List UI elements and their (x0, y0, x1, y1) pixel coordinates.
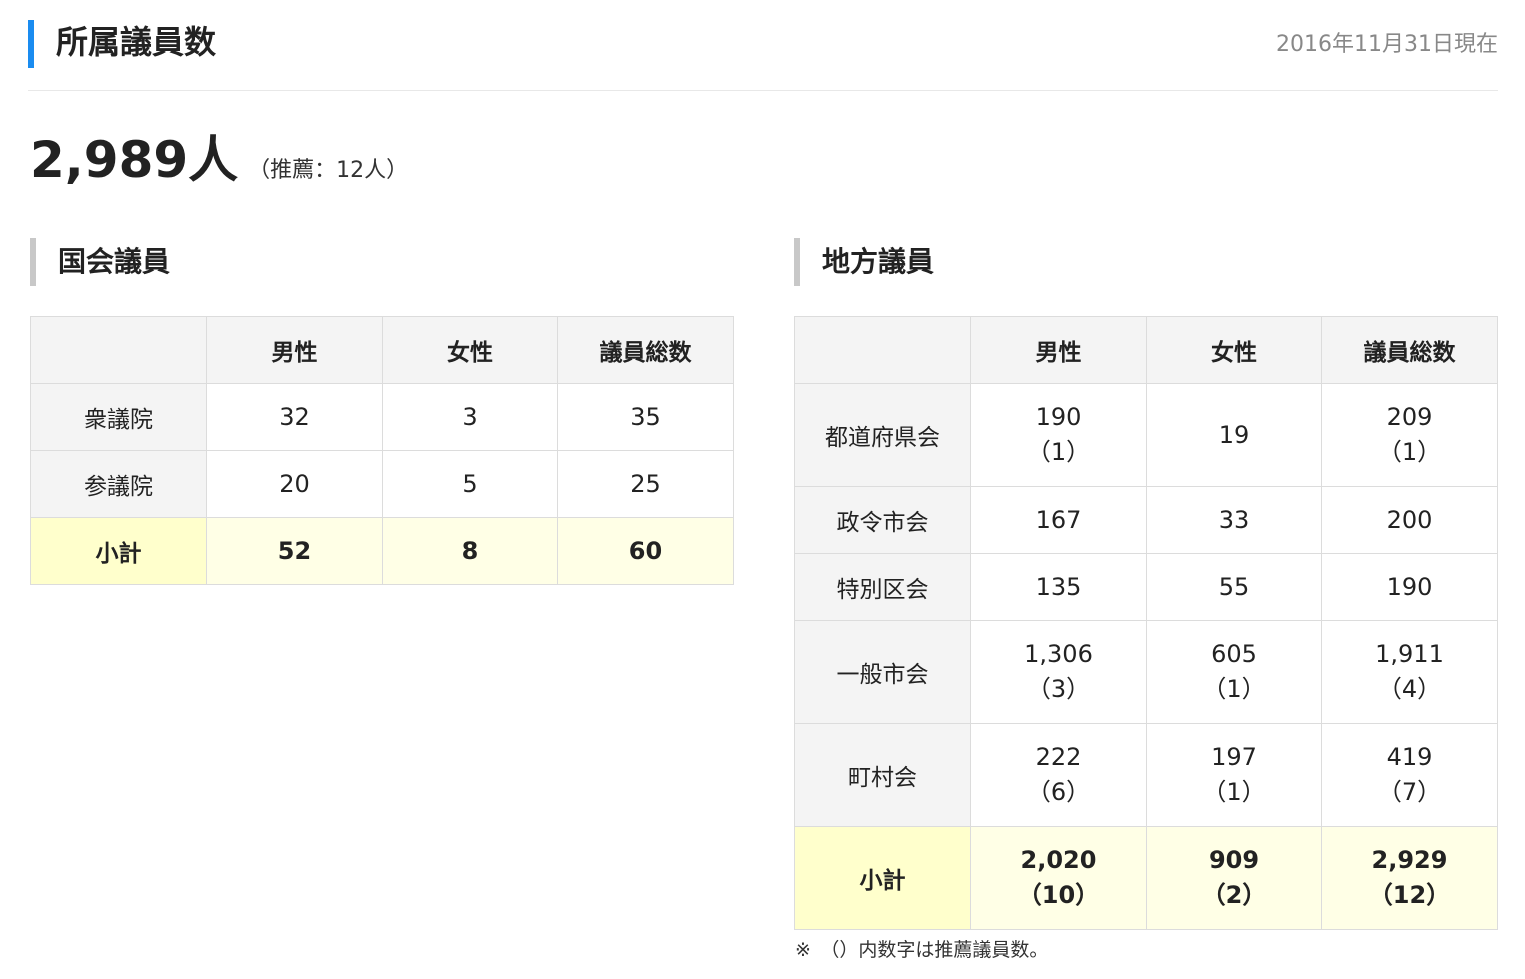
value: 605 (1211, 640, 1257, 668)
corner-header (794, 316, 971, 384)
recommended-count: （1） (1377, 438, 1442, 466)
table-header-row: 男性 女性 議員総数 (30, 316, 734, 384)
recommended-count: （6） (1026, 778, 1091, 806)
national-heading: 国会議員 (58, 245, 171, 278)
cell-male: 52 (206, 517, 383, 585)
as-of-date: 2016年11月31日現在 (1276, 32, 1498, 57)
cell-male: 2,020 （10） (970, 826, 1147, 930)
row-label: 政令市会 (794, 486, 971, 554)
row-label: 小計 (794, 826, 971, 930)
table-row: 都道府県会 190 （1） 19 209 （1） (794, 383, 1498, 487)
section-accent-bar (794, 238, 800, 286)
value: 419 (1386, 743, 1433, 771)
cell-male: 32 (206, 383, 383, 451)
cell-total: 209 （1） (1321, 383, 1498, 487)
row-label: 町村会 (794, 723, 971, 827)
row-label: 小計 (30, 517, 207, 585)
value: 2,929 (1371, 846, 1448, 874)
recommended-count: （3） (1026, 675, 1091, 703)
cell-male: 1,306 （3） (970, 620, 1147, 724)
value: 222 (1035, 743, 1082, 771)
table-row: 町村会 222 （6） 197 （1） 419 （7） (794, 723, 1498, 827)
cell-total: 1,911 （4） (1321, 620, 1498, 724)
cell-female: 909 （2） (1146, 826, 1322, 930)
cell-male: 167 (970, 486, 1147, 554)
recommended-count: （12） (1368, 881, 1451, 909)
page-title: 所属議員数 (56, 23, 217, 61)
national-section-heading: 国会議員 (30, 238, 730, 286)
table-row: 特別区会 135 55 190 (794, 553, 1498, 621)
table-row: 衆議院 32 3 35 (30, 383, 734, 451)
column-header-total: 議員総数 (1321, 316, 1498, 384)
cell-total: 419 （7） (1321, 723, 1498, 827)
local-heading: 地方議員 (822, 245, 935, 278)
cell-total: 200 (1321, 486, 1498, 554)
local-table: 男性 女性 議員総数 都道府県会 190 （1） 19 209 （1） 政令市会 1… (794, 316, 1498, 930)
value: 209 (1386, 403, 1433, 431)
value: 2,020 (1020, 846, 1097, 874)
cell-male: 190 （1） (970, 383, 1147, 487)
recommended-count: （1） (1026, 438, 1091, 466)
column-header-total: 議員総数 (557, 316, 734, 384)
value: 909 (1208, 846, 1260, 874)
cell-female: 3 (382, 383, 558, 451)
table-row: 政令市会 167 33 200 (794, 486, 1498, 554)
value: 1,911 (1375, 640, 1444, 668)
cell-total: 35 (557, 383, 734, 451)
column-header-male: 男性 (206, 316, 383, 384)
total-count: 2,989人 (30, 131, 239, 189)
recommended-count: （1） (1202, 778, 1266, 806)
column-header-female: 女性 (382, 316, 558, 384)
cell-total: 60 (557, 517, 734, 585)
cell-female: 197 （1） (1146, 723, 1322, 827)
table-row: 一般市会 1,306 （3） 605 （1） 1,911 （4） (794, 620, 1498, 724)
value: 19 (1218, 420, 1250, 449)
title-accent-bar (28, 20, 34, 68)
table-header-row: 男性 女性 議員総数 (794, 316, 1498, 384)
corner-header (30, 316, 207, 384)
cell-female: 55 (1146, 553, 1322, 621)
cell-total: 2,929 （12） (1321, 826, 1498, 930)
column-header-male: 男性 (970, 316, 1147, 384)
recommended-count: （10） (1017, 881, 1100, 909)
row-label: 衆議院 (30, 383, 207, 451)
cell-total: 25 (557, 450, 734, 518)
recommended-count: （2） (1201, 881, 1267, 909)
total-members: 2,989人 （推薦：12人） (30, 130, 408, 190)
cell-female: 19 (1146, 383, 1322, 487)
cell-female: 605 （1） (1146, 620, 1322, 724)
column-header-female: 女性 (1146, 316, 1322, 384)
table-row: 参議院 20 5 25 (30, 450, 734, 518)
cell-male: 135 (970, 553, 1147, 621)
value: 190 (1035, 403, 1082, 431)
page-header: 所属議員数 2016年11月31日現在 (28, 16, 1498, 91)
local-section-heading: 地方議員 (794, 238, 1494, 286)
value: 1,306 (1024, 640, 1093, 668)
row-label: 一般市会 (794, 620, 971, 724)
subtotal-row: 小計 2,020 （10） 909 （2） 2,929 （12） (794, 826, 1498, 930)
row-label: 特別区会 (794, 553, 971, 621)
section-accent-bar (30, 238, 36, 286)
recommended-note: （推薦：12人） (248, 158, 409, 183)
recommended-count: （7） (1377, 778, 1442, 806)
row-label: 都道府県会 (794, 383, 971, 487)
recommended-count: （1） (1202, 675, 1266, 703)
footnote: ※ （）内数字は推薦議員数。 (795, 939, 1049, 961)
cell-female: 8 (382, 517, 558, 585)
subtotal-row: 小計 52 8 60 (30, 517, 734, 585)
national-table: 男性 女性 議員総数 衆議院 32 3 35 参議院 20 5 25 小計 52… (30, 316, 734, 585)
cell-female: 5 (382, 450, 558, 518)
cell-female: 33 (1146, 486, 1322, 554)
value: 197 (1211, 743, 1257, 771)
row-label: 参議院 (30, 450, 207, 518)
recommended-count: （4） (1377, 675, 1442, 703)
cell-total: 190 (1321, 553, 1498, 621)
cell-male: 20 (206, 450, 383, 518)
cell-male: 222 （6） (970, 723, 1147, 827)
